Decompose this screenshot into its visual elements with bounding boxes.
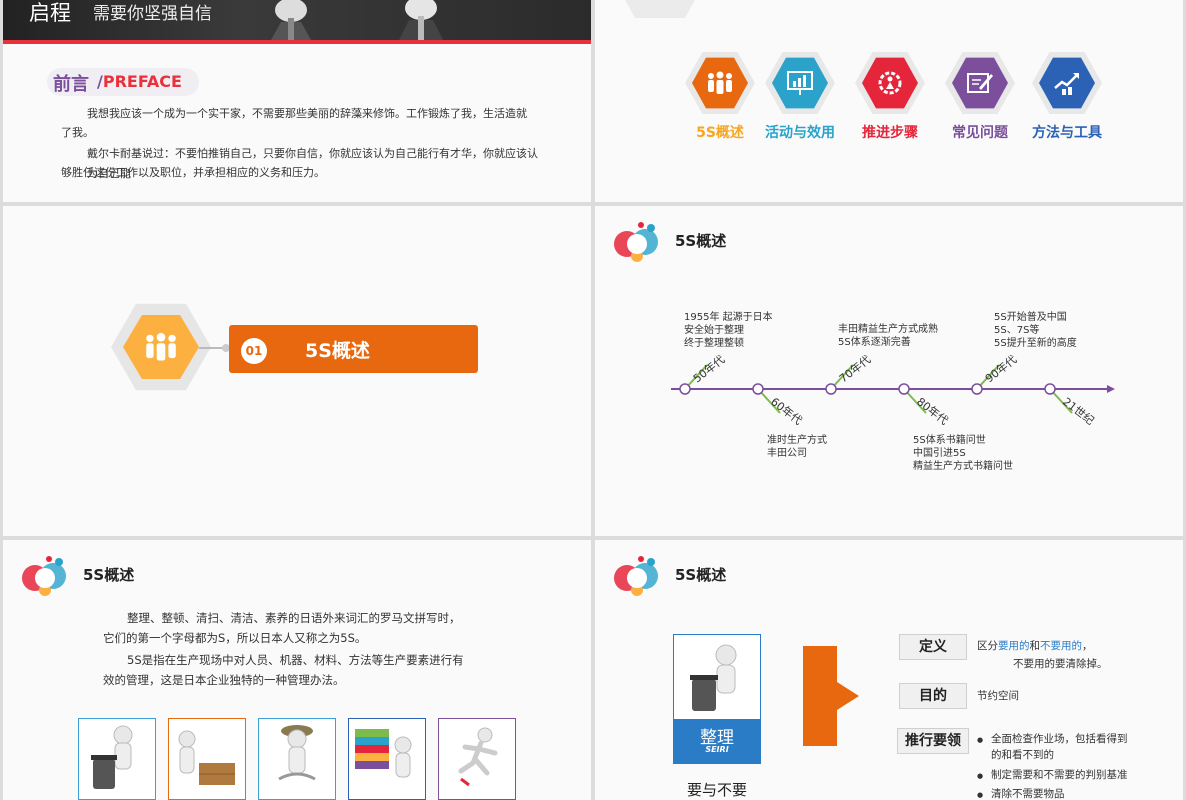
slide-heading: 5S概述 (83, 566, 135, 584)
running-figure-icon (458, 727, 498, 787)
menu-item-steps[interactable]: 推进步骤 (840, 0, 940, 150)
preface-paragraph-1-line-1: 我想我应该一个成为一个实干家，不需要那些美丽的辞藻来修饰。工作锻炼了我，生活造就 (87, 107, 527, 120)
paragraph-1-line-2: 它们的第一个字母都为S，所以日本人又称之为5S。 (103, 631, 367, 645)
timeline-era-label: 50年代 (690, 352, 727, 385)
books-figure-icon (355, 729, 412, 778)
hex-badge (945, 50, 1015, 116)
timeline-node (971, 383, 983, 395)
people-icon (146, 332, 176, 361)
red-divider (3, 40, 591, 44)
trash-figure-icon (91, 725, 133, 789)
thumb-running-figure[interactable] (438, 718, 516, 800)
thumb-books-figure[interactable] (348, 718, 426, 800)
thumb-cleaning-figure[interactable] (258, 718, 336, 800)
menu-item-methods[interactable]: 方法与工具 (1017, 0, 1117, 150)
cleaning-figure-icon (278, 725, 316, 781)
definition-line-1: 区分要用的和不要用的， (977, 640, 1093, 652)
timeline-era-label: 90年代 (982, 352, 1019, 385)
slide-preface[interactable]: 启程 需要你坚强自信 前言 /PREFACE 我想我应该一个成为一个实干家，不需… (3, 0, 591, 202)
key-points-tag: 推行要领 (897, 728, 969, 754)
slide-contents[interactable]: 5S概述 活动与效用 推进步骤 常见问题 方法与工具 (595, 0, 1183, 202)
menu-item-activities[interactable]: 活动与效用 (750, 0, 850, 150)
business-people-photo (271, 0, 443, 40)
slide-title: 启程 (29, 1, 71, 25)
timeline-note-top-2: 丰田精益生产方式成熟 5S体系逐渐完善 (838, 324, 938, 348)
paragraph-1-line-1: 整理、整顿、清扫、清洁、素养的日语外来词汇的罗马文拼写时， (127, 611, 461, 625)
timeline-era-label: 21世纪 (1060, 395, 1096, 427)
paragraph-2-line-1: 5S是指在生产现场中对人员、机器、材料、方法等生产要素进行有 (127, 653, 464, 667)
timeline-arrow (1107, 385, 1115, 393)
hex-badge (765, 50, 835, 116)
hex-badge (685, 50, 755, 116)
edit-icon (967, 73, 993, 93)
definition-tag: 定义 (899, 634, 967, 660)
connector-pin (199, 344, 230, 352)
people-icon (708, 71, 732, 94)
timeline-node (1044, 383, 1056, 395)
timeline-node (752, 383, 764, 395)
key-point-1: 全面检查作业场，包括看得到 (977, 731, 1127, 748)
timeline-node (898, 383, 910, 395)
definition-line-2: 不要用的要清除掉。 (1013, 658, 1108, 670)
orange-arrow-shape (803, 646, 859, 746)
timeline-era-label: 70年代 (836, 352, 873, 385)
card-subtitle: SEIRI (705, 745, 729, 754)
key-point-2: 制定需要和不需要的判别基准 (977, 767, 1127, 784)
timeline-era-label: 60年代 (768, 394, 805, 427)
cart-figure-icon (178, 730, 235, 785)
timeline-note-bottom-2: 5S体系书籍问世 中国引进5S 精益生产方式书籍问世 (913, 435, 1013, 472)
seiri-card: 整理 SEIRI (673, 634, 761, 764)
slide-heading: 5S概述 (675, 566, 727, 584)
menu-label: 常见问题 (952, 125, 1008, 141)
timeline-node (825, 383, 837, 395)
hex-badge (855, 50, 925, 116)
slide-5s-intro[interactable]: 5S概述 整理、整顿、清扫、清洁、素养的日语外来词汇的罗马文拼写时， 它们的第一… (3, 540, 591, 800)
colorful-circles-logo (614, 556, 658, 596)
trash-figure-icon (690, 644, 737, 711)
menu-item-faq[interactable]: 常见问题 (930, 0, 1030, 150)
purpose-text: 节约空间 (977, 690, 1019, 702)
section-number: 01 (241, 338, 267, 364)
colorful-circles-logo (22, 556, 66, 596)
slide-5s-history[interactable]: 5S概述 50年代 60年代 70年代 80年代 90年代 21世纪 1955年 起源于日… (595, 206, 1183, 536)
menu-label: 推进步骤 (862, 125, 918, 141)
timeline-era-label: 80年代 (914, 394, 951, 427)
slide-section-01[interactable]: 01 5S概述 (3, 206, 591, 536)
hex-badge (1032, 50, 1102, 116)
menu-label: 活动与效用 (765, 125, 835, 141)
hex-people-badge (111, 301, 211, 393)
thumb-cart-figure[interactable] (168, 718, 246, 800)
paragraph-2-line-2: 效的管理，这是日本企业独特的一种管理办法。 (103, 673, 345, 687)
key-point-1-cont: 的和看不到的 (991, 749, 1054, 761)
card-caption: 要与不要 (686, 781, 747, 799)
section-title: 5S概述 (305, 340, 370, 362)
slide-subtitle: 需要你坚强自信 (93, 4, 212, 24)
gear-person-icon (878, 71, 902, 95)
menu-label: 方法与工具 (1032, 125, 1102, 141)
preface-heading-cn: 前言 (53, 74, 89, 95)
timeline-note-bottom-1: 准时生产方式 丰田公司 (767, 435, 827, 459)
preface-paragraph-2-line-2: 够胜任这份工作以及职位，并承担相应的义务和压力。 (61, 166, 325, 179)
slide-seiri[interactable]: 5S概述 整理 SEIRI 要与不要 定义 区分要用的和不要用的， 不要用的要清… (595, 540, 1183, 800)
purpose-tag: 目的 (899, 683, 967, 709)
timeline-note-top-1: 1955年 起源于日本 安全始于整理 终于整理整顿 (684, 312, 773, 349)
timeline-note-top-3: 5S开始普及中国 5S、7S等 5S提升至新的高度 (994, 312, 1077, 349)
key-point-3: 清除不需要物品 (977, 786, 1064, 800)
timeline: 50年代 60年代 70年代 80年代 90年代 21世纪 (671, 352, 1115, 428)
preface-paragraph-1-line-2: 了我。 (61, 126, 94, 139)
thumb-trash-figure[interactable] (78, 718, 156, 800)
timeline-node (679, 383, 691, 395)
preface-heading-en: /PREFACE (97, 72, 182, 91)
growth-chart-icon (1054, 73, 1079, 95)
presentation-icon (787, 71, 813, 95)
